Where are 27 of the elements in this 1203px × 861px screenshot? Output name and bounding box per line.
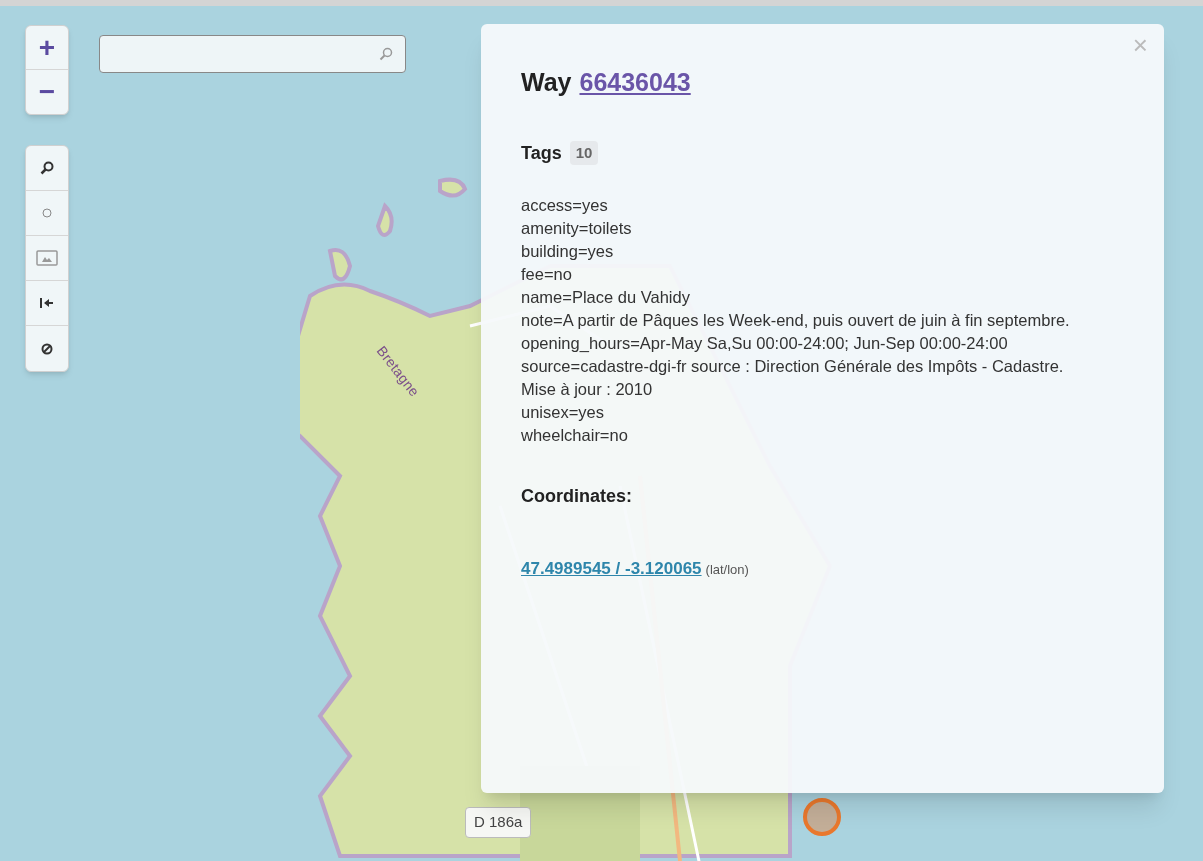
zoom-in-button[interactable]: + bbox=[26, 26, 68, 70]
tag-line: note=A partir de Pâques les Week-end, puis ouvert de juin à fin septembre. bbox=[521, 309, 1071, 331]
arrow-to-bar-icon bbox=[40, 297, 54, 309]
tag-line: opening_hours=Apr-May Sa,Su 00:00-24:00; Jun-Sep 00:00-24:00 bbox=[521, 332, 1009, 354]
road-label: D 186a bbox=[465, 807, 532, 838]
tag-line: building=yes bbox=[521, 240, 615, 262]
zoom-out-button[interactable]: − bbox=[26, 70, 68, 114]
coordinates-unit: (lat/lon) bbox=[705, 560, 749, 579]
popup-title: Way bbox=[521, 67, 572, 98]
image-icon bbox=[36, 250, 58, 266]
coordinates-link[interactable]: 47.4989545 / -3.120065 bbox=[521, 555, 702, 581]
tag-line: unisex=yes bbox=[521, 401, 605, 423]
tag-line: name=Place du Vahidy bbox=[521, 286, 691, 308]
search-field[interactable] bbox=[99, 35, 406, 73]
tag-line: fee=no bbox=[521, 263, 573, 285]
coordinates-heading: Coordinates: bbox=[521, 484, 633, 508]
tag-count-badge: 10 bbox=[569, 140, 599, 166]
search-icon bbox=[40, 161, 54, 175]
search-icon bbox=[379, 47, 393, 61]
location-marker-icon[interactable] bbox=[803, 798, 841, 836]
tags-heading: Tags bbox=[521, 141, 562, 165]
tag-line: amenity=toilets bbox=[521, 217, 633, 239]
tag-line: wheelchair=no bbox=[521, 424, 629, 446]
tag-line: access=yes bbox=[521, 194, 609, 216]
circle-icon bbox=[42, 208, 52, 218]
prohibited-icon bbox=[41, 342, 53, 355]
way-id-link[interactable]: 66436043 bbox=[579, 64, 691, 102]
